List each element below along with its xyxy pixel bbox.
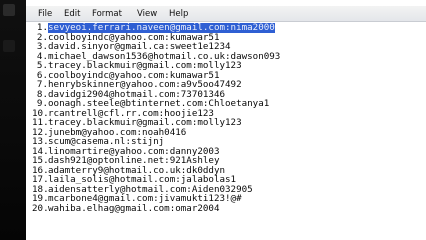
text-editor-area[interactable]: 1.sevyeoi.ferrari.naveen@gmail.com:nima2… xyxy=(26,23,426,240)
menu-format[interactable]: Format xyxy=(92,10,122,19)
menu-help[interactable]: Help xyxy=(169,10,188,19)
menu-view[interactable]: View xyxy=(137,10,157,19)
desktop-background-strip xyxy=(0,0,26,240)
line-text: wahiba.elhag@gmail.com:omar2004 xyxy=(48,202,220,214)
line-number: 20. xyxy=(32,202,49,214)
text-line[interactable]: 20.wahiba.elhag@gmail.com:omar2004 xyxy=(26,202,426,214)
taskbar-icon[interactable] xyxy=(3,4,15,16)
notepad-window: File Edit Format View Help 1.sevyeoi.fer… xyxy=(26,0,426,240)
menu-bar: File Edit Format View Help xyxy=(26,6,426,22)
menu-edit[interactable]: Edit xyxy=(64,10,80,19)
taskbar-icon[interactable] xyxy=(3,40,15,52)
menu-file[interactable]: File xyxy=(38,10,52,19)
